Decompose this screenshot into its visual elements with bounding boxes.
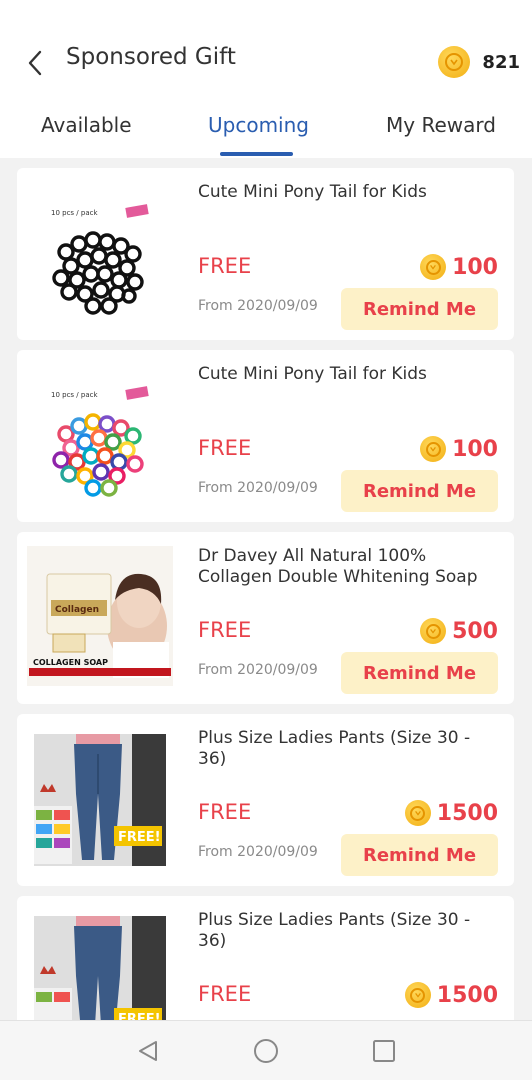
tab-my-reward[interactable]: My Reward	[386, 113, 496, 137]
product-image-jeans: FREE!	[34, 734, 166, 866]
product-name: Plus Size Ladies Pants (Size 30 - 36)	[198, 910, 471, 951]
image-badge: FREE!	[118, 830, 161, 845]
chevron-left-icon	[28, 50, 42, 76]
gift-card[interactable]: FREE! Plus Size Ladies Pants (Size 30 - …	[17, 896, 514, 1020]
nav-back-button[interactable]	[134, 1037, 162, 1065]
image-caption: COLLAGEN SOAP	[33, 658, 108, 667]
coin-cost: 1500	[404, 798, 498, 828]
tab-bar: Available Upcoming My Reward	[0, 100, 532, 158]
remind-me-button[interactable]: Remind Me	[341, 288, 498, 330]
start-date: From 2020/09/09	[198, 480, 318, 496]
home-circle-icon	[254, 1039, 278, 1063]
coin-icon	[438, 46, 471, 78]
gift-list[interactable]: 10 pcs / pack Cute Mini Pony Tail for Ki…	[0, 158, 532, 1020]
coin-cost: 100	[420, 252, 498, 282]
gift-card[interactable]: FREE! Plus Size Ladies Pants (Size 30 - …	[17, 714, 514, 886]
coin-cost-value: 100	[452, 436, 498, 462]
active-tab-indicator	[220, 152, 293, 156]
coin-cost-value: 500	[452, 618, 498, 644]
product-image-black-hair-ties: 10 pcs / pack	[31, 182, 169, 322]
product-image-collagen-soap: Collagen COLLAGEN SOAP	[27, 546, 173, 686]
coin-balance[interactable]: 821	[438, 44, 520, 80]
gift-card[interactable]: 10 pcs / pack Cute Mini Pony Tail for Ki…	[17, 350, 514, 522]
back-triangle-icon	[139, 1041, 157, 1061]
coin-cost-value: 100	[452, 254, 498, 280]
price-label: FREE	[198, 618, 252, 642]
product-name: Dr Davey All Natural 100% Collagen Doubl…	[198, 546, 478, 587]
coin-icon	[404, 800, 431, 826]
coin-cost: 100	[420, 434, 498, 464]
gift-card[interactable]: Collagen COLLAGEN SOAP Dr Davey All Natu…	[17, 532, 514, 704]
coin-cost-value: 1500	[436, 800, 498, 826]
remind-me-button[interactable]: Remind Me	[341, 834, 498, 876]
app-header: Sponsored Gift 821	[0, 0, 532, 100]
coin-icon	[420, 254, 447, 280]
remind-me-button[interactable]: Remind Me	[341, 470, 498, 512]
product-name: Cute Mini Pony Tail for Kids	[198, 364, 427, 384]
tab-upcoming[interactable]: Upcoming	[208, 113, 309, 137]
gift-card[interactable]: 10 pcs / pack Cute Mini Pony Tail for Ki…	[17, 168, 514, 340]
coin-icon	[404, 982, 431, 1008]
coin-cost: 1500	[404, 980, 498, 1010]
tab-available[interactable]: Available	[41, 113, 132, 137]
product-name: Plus Size Ladies Pants (Size 30 - 36)	[198, 728, 471, 769]
coin-icon	[420, 618, 447, 644]
coin-balance-value: 821	[482, 51, 520, 73]
image-box-text: Collagen	[55, 605, 99, 615]
image-caption: 10 pcs / pack	[51, 391, 98, 399]
remind-me-button[interactable]: Remind Me	[341, 652, 498, 694]
start-date: From 2020/09/09	[198, 844, 318, 860]
nav-home-button[interactable]	[252, 1037, 280, 1065]
start-date: From 2020/09/09	[198, 662, 318, 678]
page-title: Sponsored Gift	[66, 44, 236, 70]
image-caption: 10 pcs / pack	[51, 209, 98, 217]
product-image-colorful-hair-ties: 10 pcs / pack	[31, 364, 169, 504]
recents-square-icon	[373, 1040, 395, 1062]
product-name: Cute Mini Pony Tail for Kids	[198, 182, 427, 202]
nav-recents-button[interactable]	[370, 1037, 398, 1065]
price-label: FREE	[198, 982, 252, 1006]
product-image-jeans: FREE!	[34, 916, 166, 1020]
price-label: FREE	[198, 436, 252, 460]
price-label: FREE	[198, 800, 252, 824]
coin-icon	[420, 436, 447, 462]
coin-cost-value: 1500	[436, 982, 498, 1008]
start-date: From 2020/09/09	[198, 298, 318, 314]
image-badge: FREE!	[118, 1012, 161, 1020]
system-navigation-bar	[0, 1020, 532, 1080]
price-label: FREE	[198, 254, 252, 278]
back-button[interactable]	[22, 48, 48, 78]
coin-cost: 500	[420, 616, 498, 646]
